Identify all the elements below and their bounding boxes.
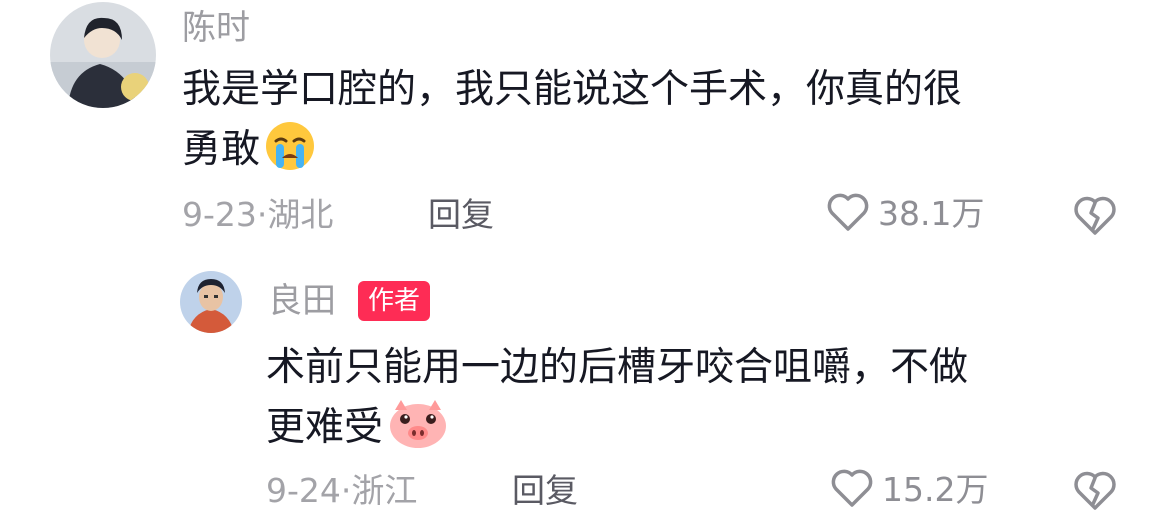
comment-meta: 9-23·湖北 xyxy=(182,193,333,237)
comment-username[interactable]: 陈时 xyxy=(182,8,250,48)
reply-button[interactable]: 回复 xyxy=(428,193,494,237)
author-badge: 作者 xyxy=(358,281,431,321)
comment-text-line: 术前只能用一边的后槽牙咬合咀嚼，不做 xyxy=(266,345,969,390)
comment-text-line: 勇敢 xyxy=(182,120,962,190)
comment-text-line: 我是学口腔的，我只能说这个手术，你真的很 xyxy=(182,67,963,112)
meta-separator: · xyxy=(340,471,352,510)
comment-text-line: 更难受 xyxy=(266,398,968,468)
avatar[interactable] xyxy=(180,271,242,333)
pig-face-icon xyxy=(387,398,449,468)
like-button[interactable]: 38.1万 xyxy=(826,191,984,237)
comment-username[interactable]: 良田 xyxy=(268,281,336,321)
comment-date: 9-24 xyxy=(266,471,341,510)
comment-text: 我是学口腔的，我只能说这个手术，你真的很 勇敢 xyxy=(182,60,962,190)
like-button[interactable]: 15.2万 xyxy=(830,467,988,513)
loudly-crying-face-icon xyxy=(264,120,316,190)
heart-outline-icon xyxy=(826,191,870,237)
reply-button[interactable]: 回复 xyxy=(512,469,578,513)
like-count: 15.2万 xyxy=(882,470,989,509)
comment-text-segment: 勇敢 xyxy=(182,127,261,172)
like-count: 38.1万 xyxy=(878,194,985,233)
broken-heart-outline-icon xyxy=(1072,471,1118,516)
avatar[interactable] xyxy=(50,2,156,108)
comment-location: 湖北 xyxy=(267,195,334,234)
comment-date: 9-23 xyxy=(182,195,257,234)
dislike-button[interactable] xyxy=(1072,468,1118,516)
meta-separator: · xyxy=(256,195,268,234)
heart-outline-icon xyxy=(830,467,874,513)
comment-text-segment: 更难受 xyxy=(266,405,384,450)
comment-text: 术前只能用一边的后槽牙咬合咀嚼，不做 更难受 xyxy=(266,338,968,468)
comment-location: 浙江 xyxy=(351,471,418,510)
dislike-button[interactable] xyxy=(1072,193,1118,241)
comment-meta: 9-24·浙江 xyxy=(266,469,417,513)
broken-heart-outline-icon xyxy=(1072,196,1118,241)
